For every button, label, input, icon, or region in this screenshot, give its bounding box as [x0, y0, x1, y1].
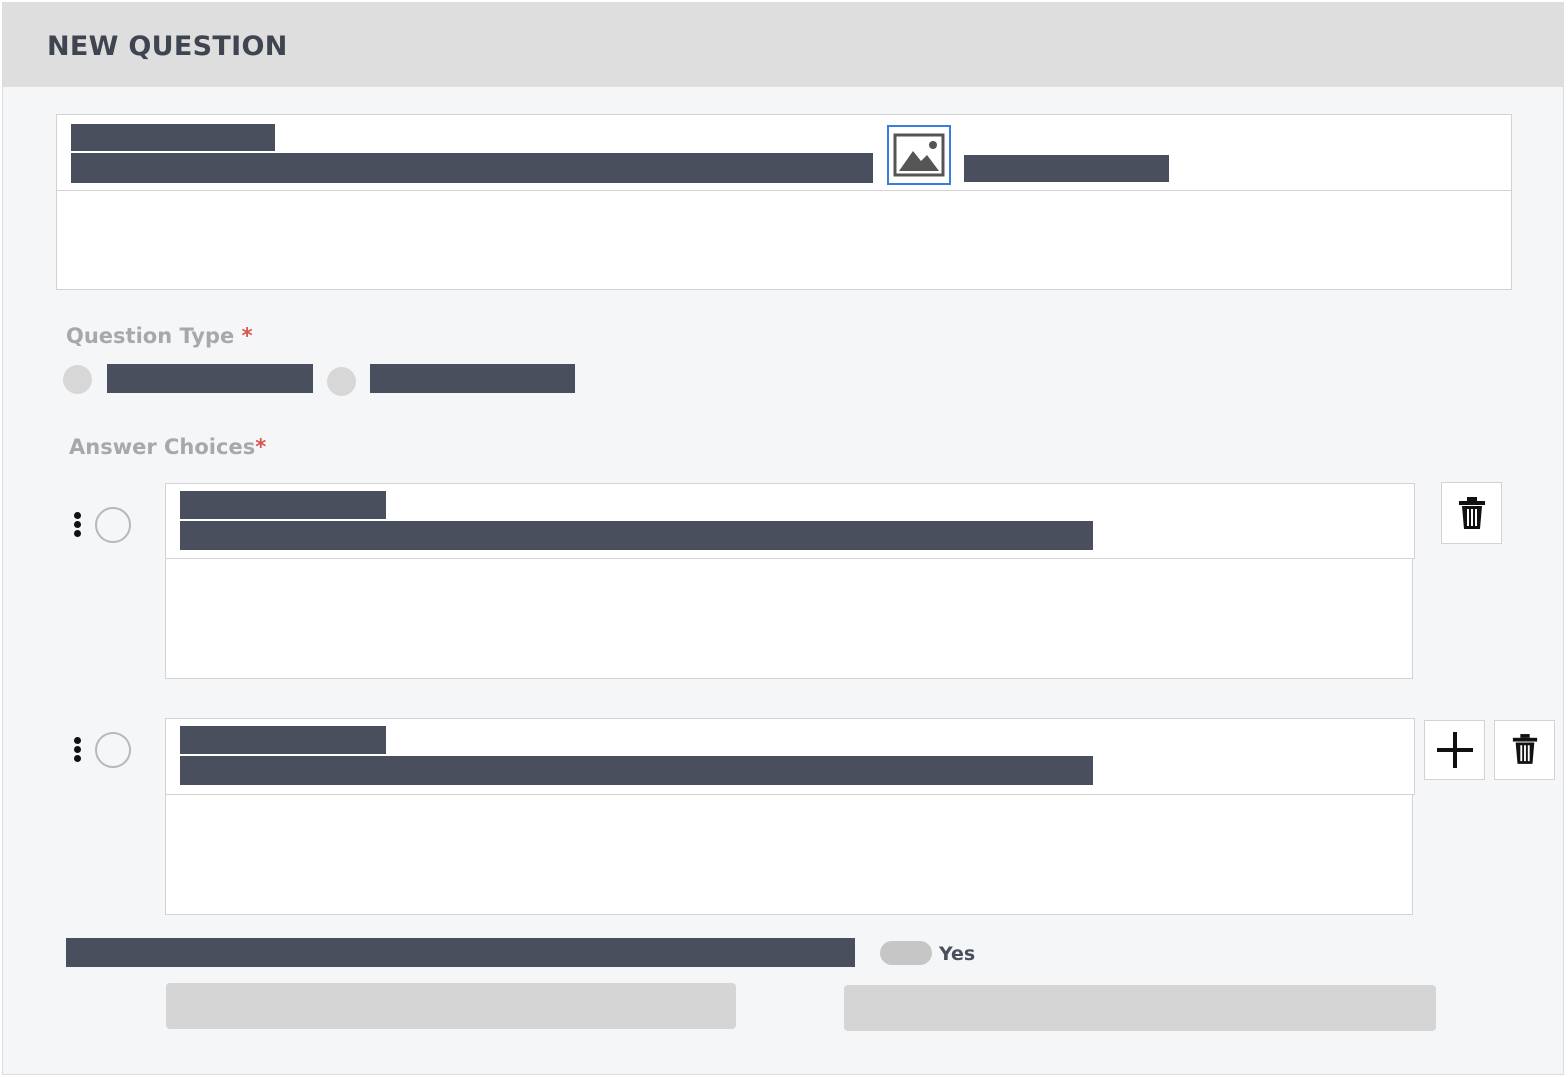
insert-image-button[interactable] [887, 125, 951, 185]
image-icon [893, 133, 945, 177]
add-answer-button[interactable] [1424, 720, 1485, 780]
answer-correct-radio-2[interactable] [95, 732, 131, 768]
question-type-radio-2[interactable] [327, 367, 356, 396]
panel-header: NEW QUESTION [3, 3, 1563, 87]
kebab-icon[interactable] [74, 737, 82, 763]
answer-correct-radio-1[interactable] [95, 507, 131, 543]
answer-choices-label: Answer Choices* [69, 435, 267, 459]
answer-text-area-2[interactable] [165, 794, 1413, 915]
yes-toggle[interactable] [880, 941, 932, 965]
redacted-text [71, 124, 275, 151]
trash-icon [1512, 734, 1538, 764]
save-button[interactable] [844, 985, 1436, 1031]
redacted-text [370, 364, 575, 393]
redacted-text [180, 521, 1093, 550]
question-text-area[interactable] [56, 190, 1512, 290]
redacted-text [180, 756, 1093, 785]
delete-answer-button-1[interactable] [1441, 482, 1502, 544]
plus-icon [1437, 732, 1473, 768]
question-type-label: Question Type * [66, 324, 253, 348]
trash-icon [1459, 497, 1485, 529]
delete-answer-button-2[interactable] [1494, 720, 1555, 780]
redacted-text [180, 491, 386, 519]
question-type-radio-1[interactable] [63, 365, 92, 394]
toggle-label: Yes [939, 943, 976, 965]
redacted-text [66, 938, 855, 967]
redacted-text [180, 726, 386, 754]
page-title: NEW QUESTION [47, 31, 288, 62]
answer-text-area-1[interactable] [165, 558, 1413, 679]
redacted-text [107, 364, 313, 393]
cancel-button[interactable] [166, 983, 736, 1029]
redacted-text [964, 155, 1169, 182]
redacted-text [71, 153, 873, 183]
kebab-icon[interactable] [74, 512, 82, 538]
